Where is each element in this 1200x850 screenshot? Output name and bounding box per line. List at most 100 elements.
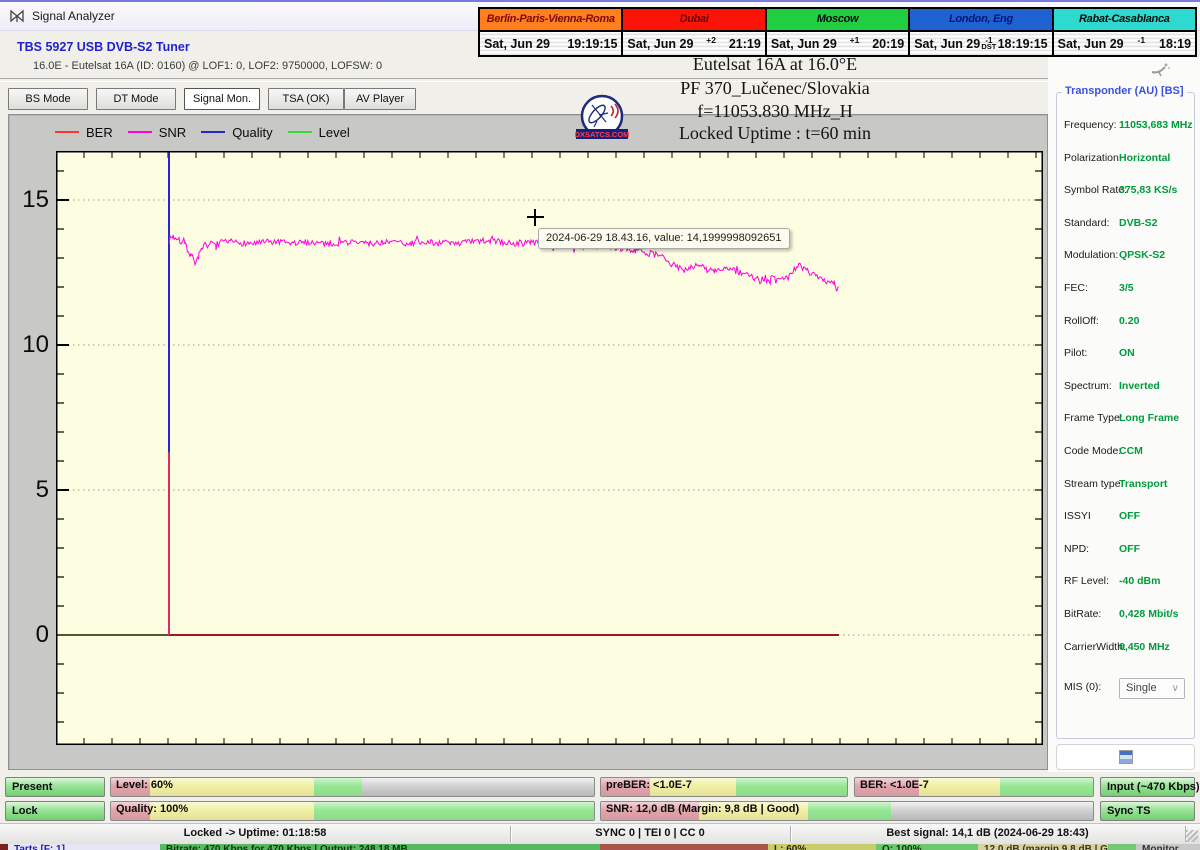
legend-item-snr: SNR <box>127 124 187 140</box>
strip-segment-1: Tarts [F: 1] <box>8 844 160 850</box>
tab-signal-mon-[interactable]: Signal Mon. <box>184 88 260 110</box>
meter-ber-segment-2 <box>1000 778 1093 796</box>
tab-av-player[interactable]: AV Player <box>344 88 416 110</box>
transponder-value-8: Inverted <box>1119 379 1160 392</box>
strip-segment-2: Bitrate: 470 Kbps for 470 Kbps | Output:… <box>160 844 600 850</box>
transponder-value-11: Transport <box>1119 477 1168 490</box>
meter-snr-segment-2 <box>807 802 892 820</box>
meter-quality-text: Quality: 100% <box>116 803 189 815</box>
statusbar-divider <box>510 826 511 842</box>
clock-offset-dst-3: DST <box>981 42 997 52</box>
meter-level: Level: 60% <box>110 777 595 797</box>
world-clock-panel: Berlin-Paris-Vienna-Roma Sat, Jun 29 19:19… <box>478 7 1197 57</box>
strip-segment-8: Monitor <box>1136 844 1200 850</box>
clock-time-value-2: 20:19 <box>872 36 905 51</box>
clock-time-value-3: 18:19:15 <box>997 36 1048 51</box>
transponder-label-4: Modulation: <box>1064 249 1119 262</box>
chart-panel: BER SNR Quality Level 0 5 10 15 <box>8 114 1048 770</box>
meter-snr-segment-3 <box>891 802 1093 820</box>
clock-time-value-4: 18:19 <box>1159 36 1192 51</box>
clock-2: Moscow Sat, Jun 29 +1 20:19 <box>766 9 911 55</box>
transponder-row-0: Frequency: 11053,683 MHz <box>1057 119 1194 139</box>
meter-quality-segment-2 <box>313 802 594 820</box>
clock-offset-sup-2: +1 <box>849 35 860 46</box>
meter-preber: preBER: <1.0E-7 <box>600 777 848 797</box>
crosshair-cursor-v <box>534 209 536 226</box>
strip-segment-7 <box>1108 844 1136 850</box>
badge-input: Input (~470 Kbps) <box>1100 777 1200 797</box>
clock-date-0: Sat, Jun 29 <box>484 36 550 51</box>
legend-item-quality: Quality <box>201 125 273 140</box>
transponder-label-2: Symbol Rate: <box>1064 184 1128 197</box>
tuner-detail: 16.0E - Eutelsat 16A (ID: 0160) @ LOF1: … <box>33 60 383 72</box>
clock-time-2: Sat, Jun 29 +1 20:19 <box>766 32 909 55</box>
transponder-label-9: Frame Type: <box>1064 412 1123 425</box>
clock-offset-stack-3: -1 DST <box>981 36 997 52</box>
transponder-row-11: Stream type: Transport <box>1057 478 1194 498</box>
strip-segment-0 <box>0 844 8 850</box>
transponder-title: Transponder (AU) [BS] <box>1062 85 1187 97</box>
transponder-value-6: 0.20 <box>1119 314 1140 327</box>
tab-dt-mode[interactable]: DT Mode <box>96 88 176 110</box>
transponder-row-13: NPD: OFF <box>1057 543 1194 563</box>
transponder-row-10: Code Mode: CCM <box>1057 445 1194 465</box>
chevron-down-icon: ∨ <box>1171 683 1179 694</box>
mis-value: Single <box>1126 682 1157 694</box>
legend-item-ber: BER <box>55 125 113 140</box>
stream-list-icon <box>1119 750 1133 764</box>
mis-dropdown[interactable]: Single ∨ <box>1119 678 1185 699</box>
transponder-value-7: ON <box>1119 347 1135 360</box>
background-window-strip: Tarts [F: 1] Bitrate: 470 Kbps for 470 Kb… <box>0 844 1200 850</box>
clock-time-1: Sat, Jun 29 +2 21:19 <box>623 32 765 55</box>
clock-time-value-1: 21:19 <box>728 36 761 51</box>
legend-label-level: Level <box>318 124 350 140</box>
clock-date-4: Sat, Jun 29 <box>1057 36 1124 51</box>
badge-present: Present <box>5 777 105 797</box>
meter-level-text: Level: 60% <box>116 779 173 791</box>
resize-grip[interactable] <box>1186 830 1198 842</box>
meter-ber-segment-1 <box>919 778 1001 796</box>
clock-offset-sup-1: +2 <box>706 35 716 46</box>
chart-tooltip: 2024-06-29 18.43.16, value: 14,199999809… <box>538 228 790 249</box>
tab-tsa-ok-[interactable]: TSA (OK) <box>268 88 344 110</box>
tab-bs-mode[interactable]: BS Mode <box>8 88 88 110</box>
transponder-row-8: Spectrum: Inverted <box>1057 380 1194 400</box>
transponder-label-14: RF Level: <box>1064 575 1109 588</box>
transponder-value-10: CCM <box>1119 445 1143 457</box>
antenna-app-icon <box>10 9 24 23</box>
clock-city-1: Dubai <box>623 9 765 32</box>
transponder-label-1: Polarization: <box>1064 151 1122 164</box>
clock-time-0: Sat, Jun 29 19:19:15 <box>480 32 622 55</box>
clock-date-1: Sat, Jun 29 <box>627 36 694 51</box>
transponder-row-14: RF Level: -40 dBm <box>1057 575 1194 595</box>
meter-level-segment-1 <box>149 778 314 796</box>
y-tick-label-5: 5 <box>35 476 49 503</box>
clock-city-4: Rabat-Casablanca <box>1053 9 1196 32</box>
strip-segment-4: L: 60% <box>768 844 876 850</box>
transponder-value-4: QPSK-S2 <box>1119 249 1166 262</box>
transponder-row-15: BitRate: 0,428 Mbit/s <box>1057 608 1194 628</box>
meter-snr: SNR: 12,0 dB (Margin: 9,8 dB | Good) <box>600 801 1094 821</box>
y-tick-label-10: 10 <box>22 331 49 358</box>
transponder-row-2: Symbol Rate: 375,83 KS/s <box>1057 184 1194 204</box>
statusbar-uptime: Locked -> Uptime: 01:18:58 <box>183 827 327 839</box>
meter-level-segment-2 <box>313 778 363 796</box>
clock-date-2: Sat, Jun 29 <box>770 36 837 51</box>
strip-segment-5: Q: 100% <box>876 844 978 850</box>
transponder-row-3: Standard: DVB-S2 <box>1057 217 1194 237</box>
meter-level-segment-3 <box>362 778 594 796</box>
transponder-label-5: FEC: <box>1064 282 1088 294</box>
strip-segment-6: 12,0 dB (margin 9,8 dB | Good) <box>978 844 1108 850</box>
transponder-label-16: CarrierWidth: <box>1064 640 1126 653</box>
stream-list-button[interactable] <box>1056 744 1195 770</box>
clock-city-2: Moscow <box>766 9 909 32</box>
transponder-label-0: Frequency: <box>1064 119 1117 131</box>
clock-offset-2: +1 <box>837 35 872 51</box>
transponder-row-7: Pilot: ON <box>1057 347 1194 367</box>
transponder-value-9: Long Frame <box>1119 412 1180 425</box>
transponder-label-12: ISSYI <box>1064 510 1091 523</box>
legend-label-snr: SNR <box>158 124 187 140</box>
transponder-label-6: RollOff: <box>1064 314 1099 327</box>
clock-offset-sup-4: -1 <box>1137 35 1146 46</box>
clock-4: Rabat-Casablanca Sat, Jun 29 -1 18:19 <box>1053 9 1196 55</box>
